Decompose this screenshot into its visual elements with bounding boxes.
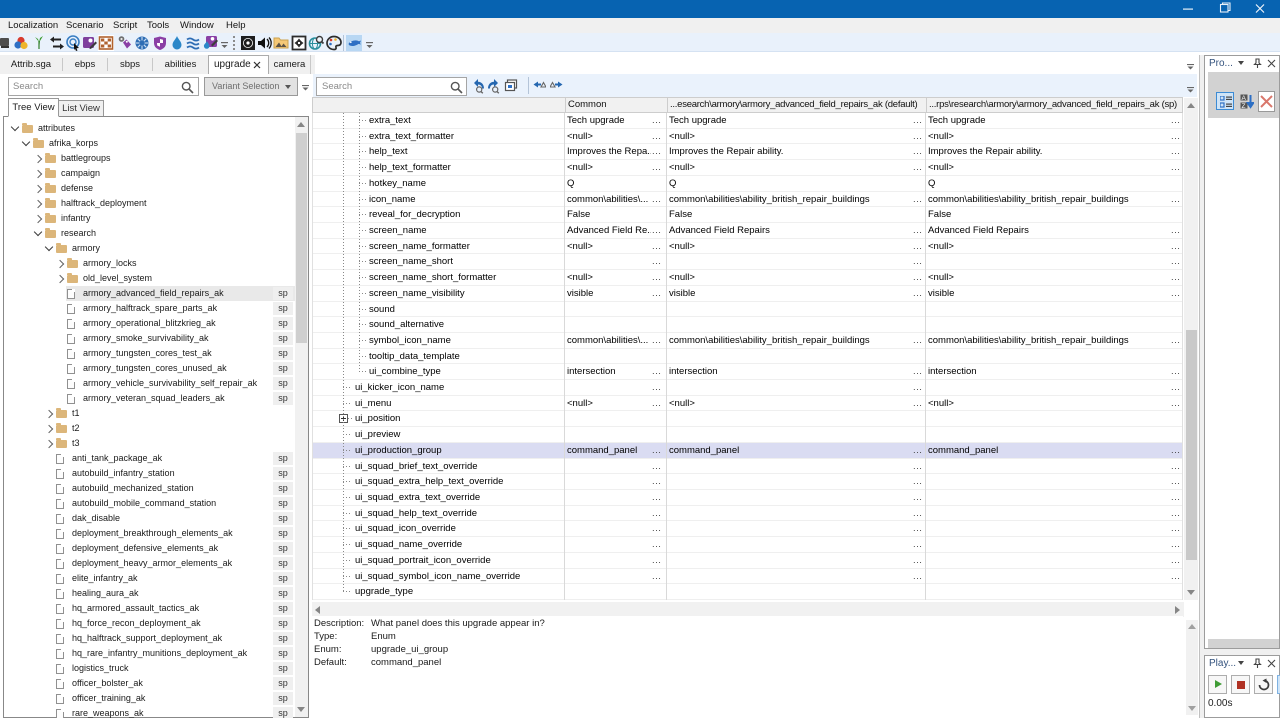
svg-text:Z: Z	[1242, 103, 1246, 109]
svg-text:A: A	[1242, 95, 1247, 102]
